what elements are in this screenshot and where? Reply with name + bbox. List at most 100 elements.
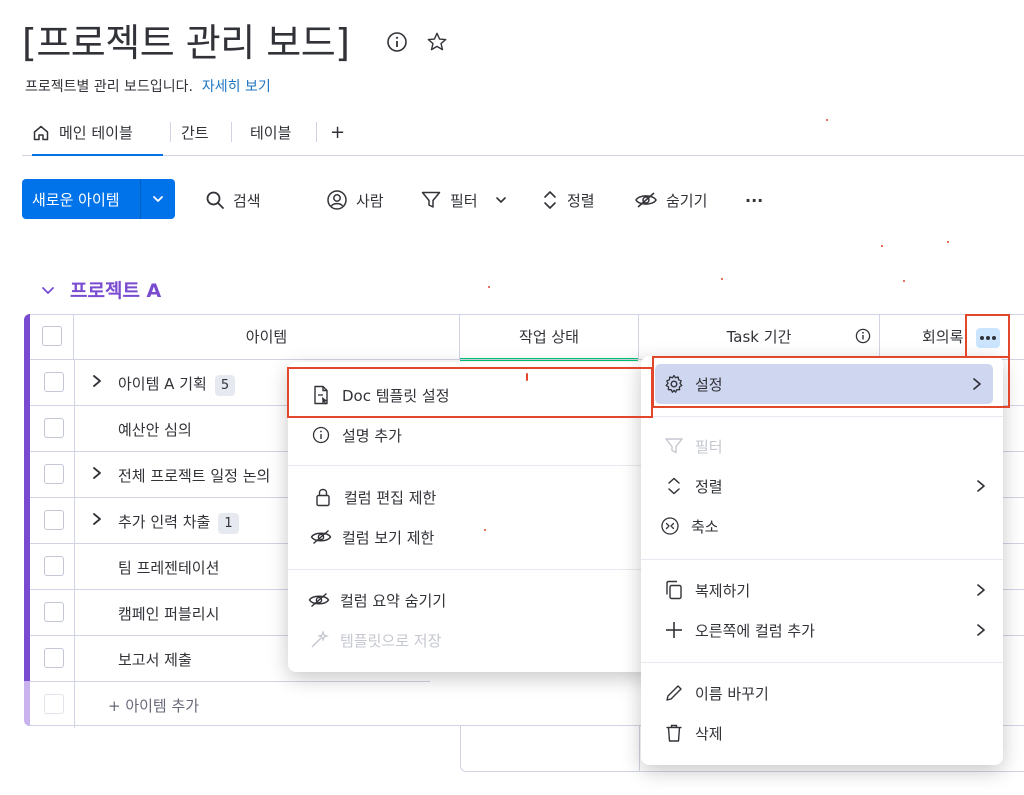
sort-option[interactable]: 정렬 xyxy=(641,467,1003,505)
column-header-meeting[interactable]: 회의록 xyxy=(880,314,1024,359)
info-icon[interactable] xyxy=(855,328,871,344)
add-view-button[interactable]: + xyxy=(330,110,345,155)
filter-label: 필터 xyxy=(450,191,478,210)
annotation-dot xyxy=(947,241,949,243)
restrict-view-option[interactable]: 컬럼 보기 제한 xyxy=(288,518,651,556)
board-title[interactable]: [프로젝트 관리 보드] xyxy=(22,12,350,67)
option-label: 설정 xyxy=(695,375,723,394)
settings-submenu: Doc 템플릿 설정 설명 추가 컬럼 편집 제한 컬럼 보기 제한 컬럼 요약… xyxy=(288,362,651,672)
row-checkbox[interactable] xyxy=(44,464,64,484)
annotation-dot xyxy=(484,529,486,531)
option-label: 컬럼 보기 제한 xyxy=(342,528,435,547)
magic-wand-icon xyxy=(308,629,330,651)
cell-divider xyxy=(74,682,75,728)
board-description: 프로젝트별 관리 보드입니다. 자세히 보기 xyxy=(25,76,271,96)
add-item-row[interactable]: + 아이템 추가 xyxy=(30,681,430,728)
chevron-right-icon[interactable] xyxy=(90,465,104,481)
column-label: 작업 상태 xyxy=(519,328,579,346)
option-label: 컬럼 요약 숨기기 xyxy=(340,591,447,610)
cell-divider xyxy=(74,360,75,406)
option-label: 정렬 xyxy=(695,477,723,496)
tab-label: 테이블 xyxy=(250,124,292,142)
save-template-option: 템플릿으로 저장 xyxy=(288,621,651,659)
chevron-right-icon[interactable] xyxy=(90,373,104,389)
add-description-option[interactable]: 설명 추가 xyxy=(288,416,651,454)
chevron-right-icon[interactable] xyxy=(90,511,104,527)
row-checkbox[interactable] xyxy=(44,556,64,576)
restrict-edit-option[interactable]: 컬럼 편집 제한 xyxy=(288,478,651,516)
column-header-status[interactable]: 작업 상태 xyxy=(460,314,639,359)
doc-template-option[interactable]: Doc 템플릿 설정 xyxy=(288,376,651,414)
column-header-timeline[interactable]: Task 기간 xyxy=(639,314,880,359)
option-label: 복제하기 xyxy=(695,581,751,600)
column-label: 회의록 xyxy=(922,328,964,346)
chevron-right-icon xyxy=(975,622,987,638)
more-actions-button[interactable]: ··· xyxy=(745,187,763,213)
menu-divider xyxy=(641,559,1003,560)
subitem-count-badge[interactable]: 5 xyxy=(214,375,236,396)
tab-label: + xyxy=(330,122,346,143)
chevron-down-icon[interactable] xyxy=(494,193,508,207)
item-name[interactable]: 캠페인 퍼블리시 xyxy=(118,603,219,624)
group-title[interactable]: 프로젝트 A xyxy=(70,276,161,303)
item-name[interactable]: 전체 프로젝트 일정 논의 xyxy=(118,465,270,486)
sort-button[interactable]: 정렬 xyxy=(541,187,595,213)
option-label: Doc 템플릿 설정 xyxy=(342,386,450,405)
menu-divider xyxy=(641,662,1003,663)
hide-button[interactable]: 숨기기 xyxy=(634,187,707,213)
star-icon[interactable] xyxy=(425,30,449,54)
row-checkbox[interactable] xyxy=(44,510,64,530)
item-name[interactable]: 아이템 A 기획 5 xyxy=(118,373,236,396)
tab-main-table[interactable]: 메인 테이블 xyxy=(32,110,163,156)
group-header[interactable]: 프로젝트 A xyxy=(40,276,161,303)
chevron-down-icon[interactable] xyxy=(40,282,56,298)
item-name[interactable]: 보고서 제출 xyxy=(118,649,192,670)
item-name-text: 아이템 A 기획 xyxy=(118,375,207,393)
filter-button[interactable]: 필터 xyxy=(420,187,508,213)
search-label: 검색 xyxy=(233,191,261,210)
person-label: 사람 xyxy=(356,191,384,210)
add-item-button[interactable]: + 아이템 추가 xyxy=(108,695,199,716)
hide-summary-option[interactable]: 컬럼 요약 숨기기 xyxy=(288,581,651,619)
cell-divider xyxy=(74,452,75,498)
settings-option[interactable]: 설정 xyxy=(655,364,993,404)
option-label: 필터 xyxy=(695,437,723,456)
view-tabs: 메인 테이블 간트 테이블 + xyxy=(22,110,1024,156)
duplicate-option[interactable]: 복제하기 xyxy=(641,571,1003,609)
item-name[interactable]: 추가 인력 차출 1 xyxy=(118,511,239,534)
column-options-button[interactable] xyxy=(976,328,1000,348)
filter-option: 필터 xyxy=(641,427,1003,465)
chevron-down-icon[interactable] xyxy=(141,192,175,206)
select-all-checkbox[interactable] xyxy=(42,326,62,346)
row-checkbox[interactable] xyxy=(44,648,64,668)
column-header-item[interactable]: 아이템 xyxy=(74,314,460,359)
subitem-count-badge[interactable]: 1 xyxy=(218,513,239,534)
description-text: 프로젝트별 관리 보드입니다. xyxy=(25,79,193,95)
menu-divider xyxy=(288,465,651,466)
add-column-right-option[interactable]: 오른쪽에 컬럼 추가 xyxy=(641,611,1003,649)
new-item-button[interactable]: 새로운 아이템 xyxy=(22,179,175,219)
rename-option[interactable]: 이름 바꾸기 xyxy=(641,674,1003,712)
item-name-text: 추가 인력 차출 xyxy=(118,513,211,531)
sort-label: 정렬 xyxy=(567,191,595,210)
tab-table[interactable]: 테이블 xyxy=(250,110,291,155)
annotation-dot xyxy=(881,245,883,247)
info-icon[interactable] xyxy=(385,30,409,54)
person-filter-button[interactable]: 사람 xyxy=(326,187,384,213)
row-checkbox[interactable] xyxy=(44,418,64,438)
see-more-link[interactable]: 자세히 보기 xyxy=(202,79,271,95)
column-label: 아이템 xyxy=(245,328,288,346)
search-button[interactable]: 검색 xyxy=(205,187,261,213)
cell-divider xyxy=(74,406,75,452)
tab-gantt[interactable]: 간트 xyxy=(181,110,209,155)
row-checkbox[interactable] xyxy=(44,602,64,622)
row-checkbox[interactable] xyxy=(44,372,64,392)
option-label: 템플릿으로 저장 xyxy=(340,631,442,650)
cell-divider xyxy=(74,636,75,682)
delete-option[interactable]: 삭제 xyxy=(641,714,1003,752)
item-name[interactable]: 팀 프레젠테이션 xyxy=(118,557,219,578)
item-name[interactable]: 예산안 심의 xyxy=(118,419,192,440)
cell-divider xyxy=(639,726,640,772)
more-icon: ··· xyxy=(745,190,764,210)
collapse-option[interactable]: 축소 xyxy=(641,507,1003,545)
